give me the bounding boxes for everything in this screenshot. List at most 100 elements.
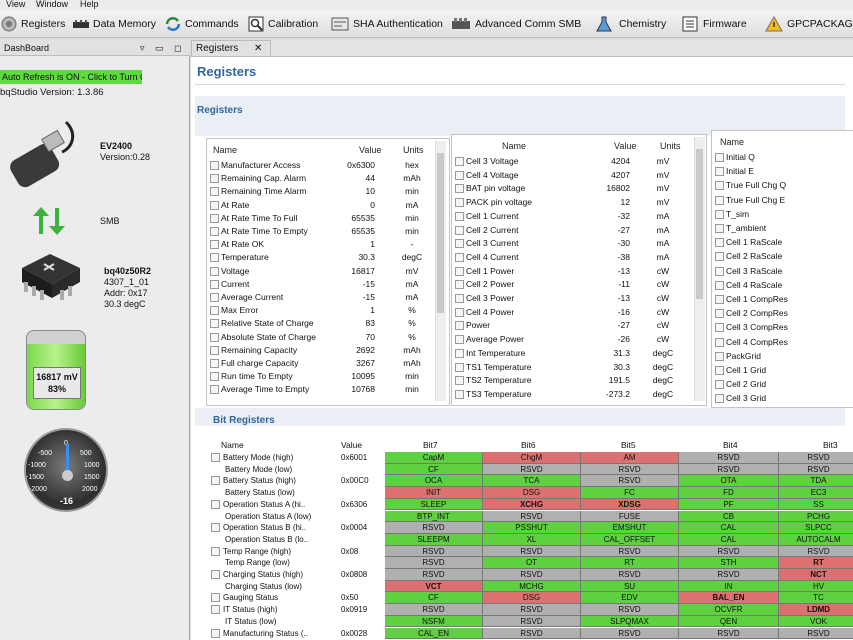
scrollbar-thumb[interactable] bbox=[437, 153, 444, 313]
register-row[interactable]: Cell 4 Current -38 mA bbox=[452, 251, 678, 264]
register-checkbox[interactable] bbox=[715, 280, 724, 290]
register-checkbox[interactable] bbox=[455, 211, 464, 221]
toolbar-data-memory[interactable]: Data Memory bbox=[72, 14, 156, 34]
register-checkbox[interactable] bbox=[455, 170, 464, 180]
register-row[interactable]: Cell 1 CompRes bbox=[712, 293, 853, 306]
register-checkbox[interactable] bbox=[210, 227, 219, 236]
register-checkbox[interactable] bbox=[455, 294, 464, 303]
bit-register-row[interactable]: Manufacturing Status (.. 0x0028 bbox=[195, 628, 385, 640]
register-row[interactable]: Cell 3 Power -13 cW bbox=[452, 292, 678, 305]
register-checkbox[interactable] bbox=[455, 321, 464, 331]
register-checkbox[interactable] bbox=[210, 266, 219, 276]
bit-register-checkbox[interactable] bbox=[211, 476, 220, 486]
register-checkbox[interactable] bbox=[455, 389, 464, 399]
bit-register-row[interactable]: Operation Status A (hi.. 0x6306 bbox=[195, 499, 385, 511]
scrollbar[interactable] bbox=[694, 137, 705, 401]
register-checkbox[interactable] bbox=[455, 157, 464, 166]
register-checkbox[interactable] bbox=[210, 332, 219, 342]
register-checkbox[interactable] bbox=[715, 181, 724, 191]
register-checkbox[interactable] bbox=[210, 306, 219, 316]
scrollbar-thumb[interactable] bbox=[696, 149, 703, 299]
register-checkbox[interactable] bbox=[210, 372, 219, 382]
register-checkbox[interactable] bbox=[210, 161, 219, 170]
register-row[interactable]: Average Current -15 mA bbox=[207, 291, 433, 304]
register-row[interactable]: Run time To Empty 10095 min bbox=[207, 370, 433, 383]
bit-register-row[interactable]: Charging Status (low) bbox=[195, 581, 385, 593]
register-row[interactable]: Cell 4 RaScale bbox=[712, 279, 853, 292]
bit-register-row[interactable]: Temp Range (high) 0x08 bbox=[195, 546, 385, 558]
register-row[interactable]: PACK pin voltage 12 mV bbox=[452, 196, 678, 209]
register-checkbox[interactable] bbox=[715, 167, 724, 177]
bit-register-row[interactable]: IT Status (low) bbox=[195, 616, 385, 628]
register-row[interactable]: Power -27 cW bbox=[452, 319, 678, 332]
register-row[interactable]: Int Temperature 31.3 degC bbox=[452, 347, 678, 360]
register-row[interactable]: True Full Chg E bbox=[712, 194, 853, 207]
register-row[interactable]: Voltage 16817 mV bbox=[207, 265, 433, 278]
bit-register-row[interactable]: Battery Mode (high) 0x6001 bbox=[195, 452, 385, 464]
register-row[interactable]: True Full Chg Q bbox=[712, 179, 853, 192]
register-row[interactable]: Cell 4 CompRes bbox=[712, 336, 853, 349]
register-checkbox[interactable] bbox=[210, 293, 219, 302]
register-checkbox[interactable] bbox=[455, 184, 464, 194]
register-row[interactable]: At Rate 0 mA bbox=[207, 199, 433, 212]
register-row[interactable]: Cell 4 Power -16 cW bbox=[452, 306, 678, 319]
register-checkbox[interactable] bbox=[455, 362, 464, 372]
register-checkbox[interactable] bbox=[210, 174, 219, 184]
register-row[interactable]: Cell 3 CompRes bbox=[712, 321, 853, 334]
register-checkbox[interactable] bbox=[210, 319, 219, 329]
menu-help[interactable]: Help bbox=[80, 0, 99, 9]
bit-register-row[interactable]: Operation Status B (lo.. bbox=[195, 534, 385, 546]
register-checkbox[interactable] bbox=[455, 239, 464, 249]
auto-refresh-toggle[interactable]: Auto Refresh is ON - Click to Turn OFF bbox=[0, 70, 142, 84]
register-checkbox[interactable] bbox=[455, 376, 464, 386]
register-row[interactable]: Cell 3 RaScale bbox=[712, 265, 853, 278]
bit-register-checkbox[interactable] bbox=[211, 546, 220, 556]
bit-register-checkbox[interactable] bbox=[211, 523, 220, 533]
register-row[interactable]: Relative State of Charge 83% bbox=[207, 317, 433, 330]
bit-register-row[interactable]: Battery Status (high) 0x00C0 bbox=[195, 475, 385, 487]
register-row[interactable]: Average Time to Empty 10768 min bbox=[207, 383, 433, 396]
register-checkbox[interactable] bbox=[455, 266, 464, 276]
register-row[interactable]: Full charge Capacity 3267 mAh bbox=[207, 357, 433, 370]
register-row[interactable]: Remaining Capacity 2692 mAh bbox=[207, 344, 433, 357]
register-row[interactable]: Cell 3 Grid bbox=[712, 392, 853, 405]
toolbar-chemistry[interactable]: Chemistry bbox=[594, 14, 666, 34]
register-checkbox[interactable] bbox=[455, 252, 464, 262]
bit-register-row[interactable]: Temp Range (low) bbox=[195, 557, 385, 569]
register-row[interactable]: Cell 2 Current -27 mA bbox=[452, 224, 678, 237]
register-row[interactable]: Cell 2 CompRes bbox=[712, 307, 853, 320]
register-row[interactable]: Cell 1 Grid bbox=[712, 364, 853, 377]
bit-register-checkbox[interactable] bbox=[211, 453, 220, 462]
register-checkbox[interactable] bbox=[715, 266, 724, 276]
register-checkbox[interactable] bbox=[210, 253, 219, 263]
register-checkbox[interactable] bbox=[715, 351, 724, 361]
register-row[interactable]: Cell 2 Grid bbox=[712, 378, 853, 391]
register-checkbox[interactable] bbox=[715, 309, 724, 319]
bit-register-row[interactable]: Operation Status B (hi.. 0x0004 bbox=[195, 522, 385, 534]
register-row[interactable]: Cell 1 Power -13 cW bbox=[452, 265, 678, 278]
register-row[interactable]: TS2 Temperature 191.5 degC bbox=[452, 374, 678, 387]
register-row[interactable]: Manufacturer Access 0x6300 hex bbox=[207, 159, 433, 172]
register-row[interactable]: Cell 2 Power -11 cW bbox=[452, 278, 678, 291]
register-checkbox[interactable] bbox=[455, 198, 464, 208]
bit-register-checkbox[interactable] bbox=[211, 499, 220, 509]
register-row[interactable]: TS3 Temperature -273.2 degC bbox=[452, 388, 678, 401]
bit-register-row[interactable]: Battery Mode (low) bbox=[195, 464, 385, 476]
bit-register-checkbox[interactable] bbox=[211, 605, 220, 615]
register-row[interactable]: Current -15 mA bbox=[207, 278, 433, 291]
register-row[interactable]: Initial E bbox=[712, 165, 853, 178]
register-row[interactable]: Temperature 30.3 degC bbox=[207, 251, 433, 264]
register-checkbox[interactable] bbox=[210, 200, 219, 210]
register-checkbox[interactable] bbox=[210, 359, 219, 368]
register-checkbox[interactable] bbox=[715, 224, 724, 233]
register-checkbox[interactable] bbox=[715, 380, 724, 390]
bit-register-checkbox[interactable] bbox=[211, 593, 220, 603]
register-checkbox[interactable] bbox=[715, 394, 724, 404]
toolbar-firmware[interactable]: Firmware bbox=[680, 14, 747, 34]
register-checkbox[interactable] bbox=[715, 153, 724, 162]
dashboard-view-controls-icon[interactable]: ▿ ▭ ◻ bbox=[140, 40, 186, 56]
register-row[interactable]: Absolute State of Charge 70% bbox=[207, 331, 433, 344]
bit-register-row[interactable]: Battery Status (low) bbox=[195, 487, 385, 499]
toolbar-calibration[interactable]: Calibration bbox=[247, 14, 318, 34]
register-row[interactable]: PackGrid bbox=[712, 350, 853, 363]
